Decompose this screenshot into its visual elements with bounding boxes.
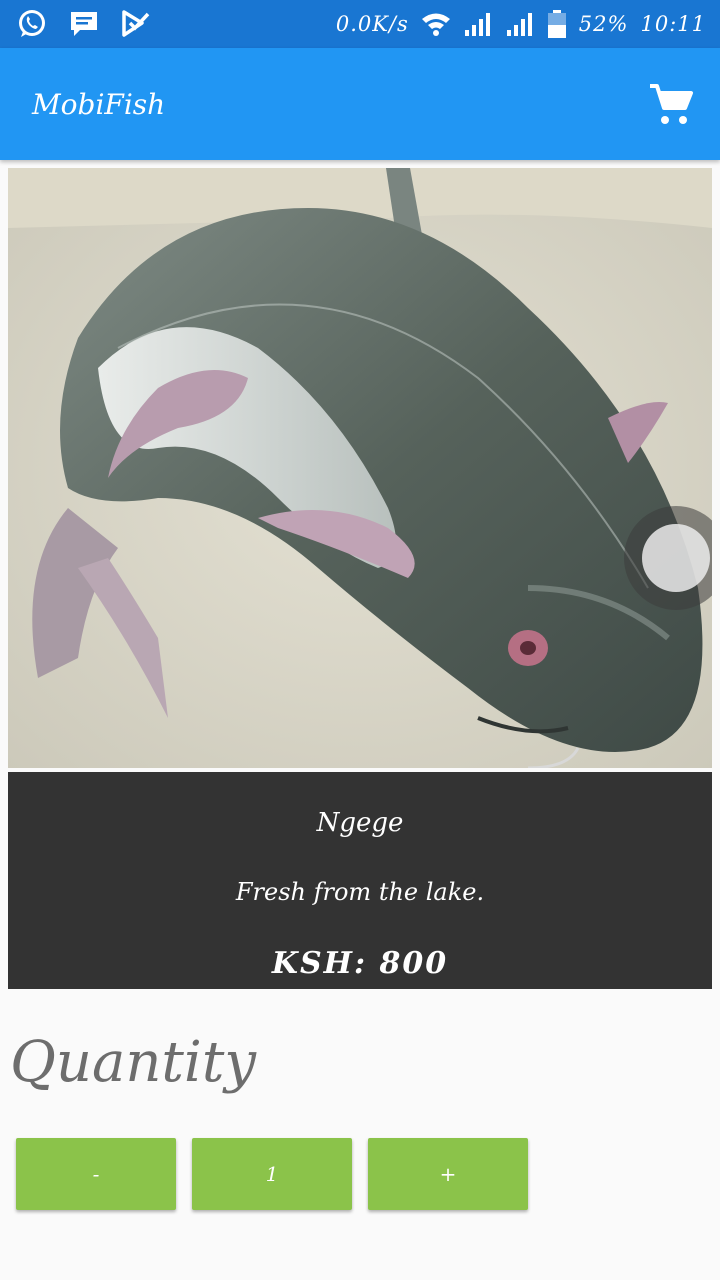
product-description: Fresh from the lake. bbox=[235, 878, 485, 906]
task-icon bbox=[122, 10, 150, 37]
signal-icon bbox=[506, 13, 532, 36]
product-info-card: Ngege Fresh from the lake. KSH: 800 bbox=[8, 772, 712, 989]
increase-quantity-button[interactable]: + bbox=[368, 1138, 528, 1210]
wifi-icon bbox=[421, 13, 450, 36]
product-price: KSH: 800 bbox=[271, 946, 449, 981]
clock: 10:11 bbox=[640, 12, 706, 36]
fish-photo bbox=[8, 168, 712, 768]
battery-percent: 52% bbox=[578, 12, 629, 36]
app-bar: MobiFish bbox=[0, 48, 720, 160]
status-bar: 0.0K/s 52% 10:11 bbox=[0, 0, 720, 48]
signal-icon bbox=[464, 13, 490, 36]
product-image bbox=[8, 168, 712, 768]
shopping-cart-icon[interactable] bbox=[648, 82, 694, 128]
notification-icons bbox=[16, 8, 152, 40]
whatsapp-icon bbox=[19, 10, 45, 37]
app-title: MobiFish bbox=[32, 88, 166, 121]
decrease-quantity-button[interactable]: - bbox=[16, 1138, 176, 1210]
quantity-value-button[interactable]: 1 bbox=[192, 1138, 352, 1210]
system-indicators: 0.0K/s 52% 10:11 bbox=[336, 10, 706, 38]
sms-icon bbox=[71, 12, 97, 36]
net-speed: 0.0K/s bbox=[335, 12, 409, 36]
quantity-label: Quantity bbox=[10, 1030, 256, 1095]
product-name: Ngege bbox=[316, 808, 404, 838]
battery-icon bbox=[547, 10, 566, 38]
